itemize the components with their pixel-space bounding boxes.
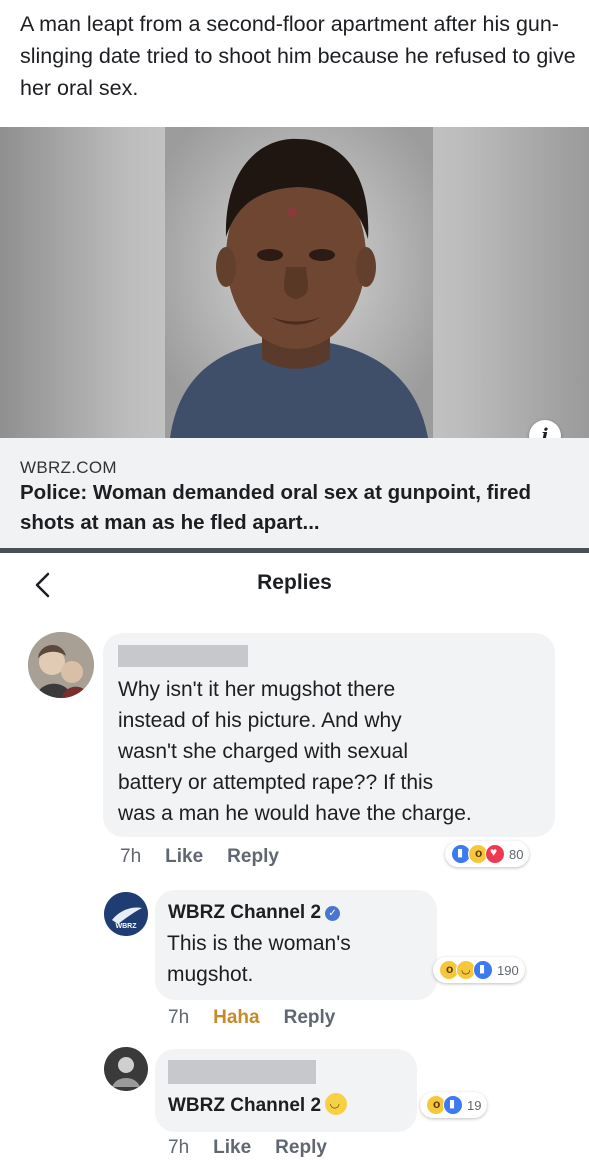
- link-domain: WBRZ.COM: [20, 458, 117, 477]
- comment-line: wasn't she charged with sexual: [118, 740, 409, 763]
- reaction-count: 80: [509, 846, 524, 862]
- comment-line: instead of his picture. And why: [118, 709, 402, 732]
- comment-line: was a man he would have the charge.: [118, 802, 472, 825]
- reaction-summary[interactable]: 19: [420, 1092, 488, 1118]
- reaction-summary[interactable]: 80: [445, 841, 530, 867]
- comment-text: Why isn't it her mugshot there instead o…: [118, 674, 472, 829]
- redacted-author-name: [168, 1060, 316, 1084]
- comment-time: 7h: [168, 1137, 190, 1158]
- reply-button[interactable]: Reply: [284, 1007, 336, 1028]
- avatar[interactable]: [28, 632, 94, 698]
- comment-time: 7h: [120, 846, 142, 867]
- like-button[interactable]: Like: [165, 846, 203, 867]
- like-button[interactable]: Like: [213, 1137, 251, 1158]
- laughing-emoji-icon: [325, 1093, 348, 1115]
- comment-line: This is the woman's: [167, 932, 351, 955]
- comment-line: mugshot.: [167, 963, 254, 986]
- mention-text[interactable]: WBRZ Channel 2: [168, 1095, 321, 1116]
- article-headline: A man leapt from a second-floor apartmen…: [20, 12, 576, 100]
- haha-reaction-button[interactable]: Haha: [213, 1007, 259, 1028]
- comment-line: battery or attempted rape?? If this: [118, 771, 434, 794]
- comment-meta: 7h Like Reply: [120, 846, 279, 868]
- comment-meta: 7h Like Reply: [168, 1137, 327, 1159]
- verified-badge-icon: ✓: [325, 906, 341, 921]
- comment-time: 7h: [168, 1007, 190, 1028]
- section-divider: [0, 548, 589, 553]
- like-icon: [473, 960, 493, 980]
- mention-tag[interactable]: WBRZ Channel 2: [168, 1093, 348, 1117]
- mugshot-illustration: [165, 127, 433, 438]
- comment-line: Why isn't it her mugshot there: [118, 678, 396, 701]
- link-title[interactable]: Police: Woman demanded oral sex at gunpo…: [20, 478, 580, 538]
- like-icon: [443, 1095, 463, 1115]
- redacted-author-name: [118, 645, 248, 667]
- avatar[interactable]: WBRZ: [104, 892, 148, 936]
- avatar[interactable]: [104, 1047, 148, 1091]
- comment-text: This is the woman's mugshot.: [167, 928, 351, 990]
- comment-author[interactable]: WBRZ Channel 2 ✓: [168, 902, 341, 924]
- reaction-count: 19: [467, 1097, 482, 1113]
- replies-title: Replies: [257, 571, 332, 594]
- svg-text:WBRZ: WBRZ: [116, 923, 138, 930]
- comment-meta: 7h Haha Reply: [168, 1007, 335, 1029]
- love-icon: [485, 844, 505, 864]
- reply-button[interactable]: Reply: [275, 1137, 327, 1158]
- mugshot-photo[interactable]: [0, 127, 589, 438]
- reply-button[interactable]: Reply: [227, 846, 279, 867]
- reaction-summary[interactable]: 190: [433, 957, 525, 983]
- author-name[interactable]: WBRZ Channel 2: [168, 902, 321, 923]
- reaction-count: 190: [497, 962, 519, 978]
